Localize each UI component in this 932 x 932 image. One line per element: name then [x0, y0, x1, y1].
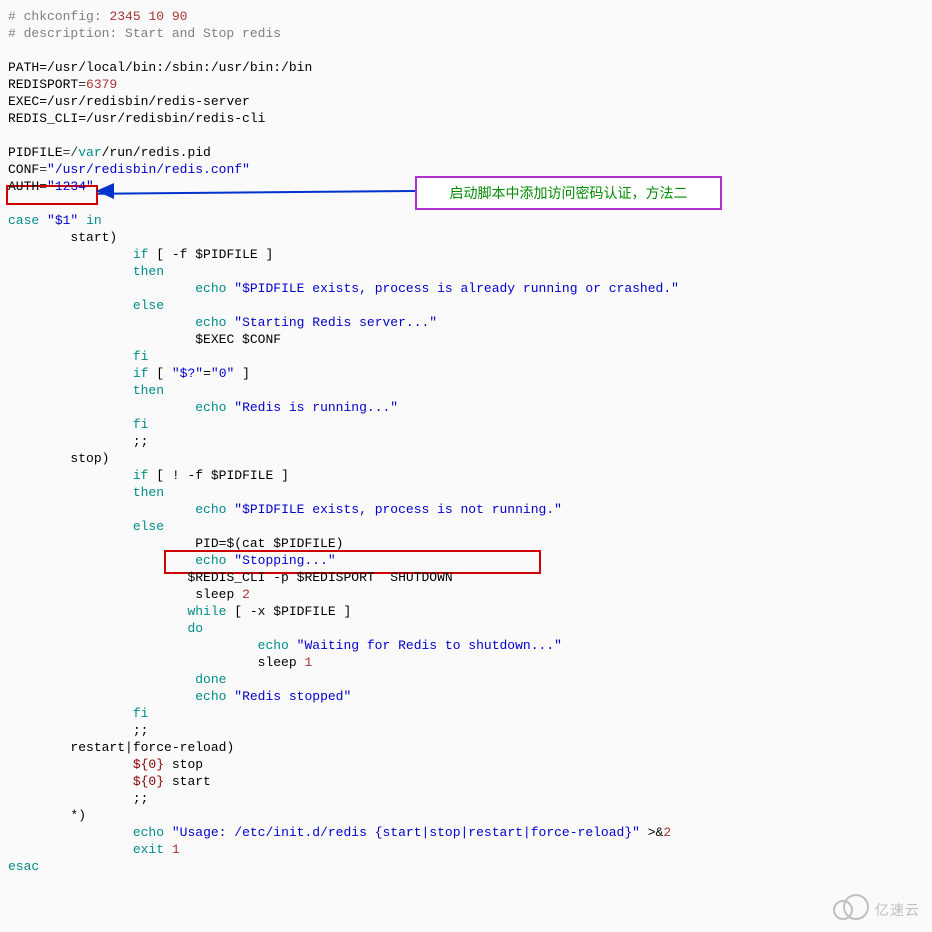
var-auth-val: "1234" — [47, 179, 94, 194]
kw-echo: echo — [195, 281, 226, 296]
var-exec-val: =/usr/redisbin/redis-server — [39, 94, 250, 109]
kw-else: else — [133, 519, 164, 534]
double-semi: ;; — [133, 791, 149, 806]
kw-do: do — [187, 621, 203, 636]
msg-pidfile-exists: "$PIDFILE exists, process is already run… — [234, 281, 679, 296]
kw-if: if — [133, 366, 149, 381]
double-semi: ;; — [133, 434, 149, 449]
line-exec-conf: $EXEC $CONF — [195, 332, 281, 347]
var-cli-val: =/usr/redisbin/redis-cli — [78, 111, 265, 126]
kw-then: then — [133, 264, 164, 279]
kw-fi: fi — [133, 706, 149, 721]
msg-not-running: "$PIDFILE exists, process is not running… — [234, 502, 562, 517]
msg-usage: "Usage: /etc/init.d/redis {start|stop|re… — [172, 825, 640, 840]
stderr-n: 2 — [663, 825, 671, 840]
label-start: start) — [70, 230, 117, 245]
var-pidfile-var: var — [78, 145, 101, 160]
kw-sleep: sleep — [195, 587, 234, 602]
restart-zero: ${0} — [133, 774, 164, 789]
watermark: 亿速云 — [831, 898, 920, 922]
comment-chkconfig-label: # chkconfig: — [8, 9, 102, 24]
kw-fi: fi — [133, 349, 149, 364]
label-stop: stop) — [70, 451, 109, 466]
kw-echo: echo — [133, 825, 164, 840]
kw-esac: esac — [8, 859, 39, 874]
comment-chkconfig-value: 2345 10 90 — [109, 9, 187, 24]
kw-if: if — [133, 247, 149, 262]
start-test: [ -f $PIDFILE ] — [156, 247, 273, 262]
kw-in: in — [86, 213, 102, 228]
msg-stopped: "Redis stopped" — [234, 689, 351, 704]
var-redisport-key: REDISPORT — [8, 77, 78, 92]
kw-echo: echo — [195, 689, 226, 704]
var-auth-key: AUTH — [8, 179, 39, 194]
var-conf-key: CONF — [8, 162, 39, 177]
kw-fi: fi — [133, 417, 149, 432]
msg-starting: "Starting Redis server..." — [234, 315, 437, 330]
kw-done: done — [195, 672, 226, 687]
restart-zero: ${0} — [133, 757, 164, 772]
cloud-icon — [831, 898, 871, 922]
kw-case: case — [8, 213, 39, 228]
line-shutdown: $REDIS_CLI -p $REDISPORT SHUTDOWN — [187, 570, 452, 585]
case-arg: "$1" — [47, 213, 78, 228]
var-pidfile-rest: /run/redis.pid — [102, 145, 211, 160]
line-pid-assign: PID=$(cat $PIDFILE) — [195, 536, 343, 551]
msg-running: "Redis is running..." — [234, 400, 398, 415]
kw-while: while — [187, 604, 226, 619]
kw-echo: echo — [258, 638, 289, 653]
kw-echo: echo — [195, 315, 226, 330]
kw-exit: exit — [133, 842, 164, 857]
var-exec-key: EXEC — [8, 94, 39, 109]
code-block: # chkconfig: 2345 10 90 # description: S… — [0, 0, 932, 883]
kw-echo: echo — [195, 553, 226, 568]
bracket-close: ] — [242, 366, 250, 381]
sleep-2: 2 — [242, 587, 250, 602]
kw-then: then — [133, 485, 164, 500]
var-cli-key: REDIS_CLI — [8, 111, 78, 126]
kw-sleep: sleep — [258, 655, 297, 670]
msg-waiting: "Waiting for Redis to shutdown..." — [297, 638, 562, 653]
var-path-val: =/usr/local/bin:/sbin:/usr/bin:/bin — [39, 60, 312, 75]
stderr-redir: >& — [648, 825, 664, 840]
restart-stop: stop — [164, 757, 203, 772]
label-star: *) — [70, 808, 86, 823]
kw-echo: echo — [195, 502, 226, 517]
kw-if: if — [133, 468, 149, 483]
comment-description: # description: Start and Stop redis — [8, 26, 281, 41]
sleep-1: 1 — [304, 655, 312, 670]
msg-stopping: "Stopping..." — [234, 553, 335, 568]
double-semi: ;; — [133, 723, 149, 738]
var-conf-val: "/usr/redisbin/redis.conf" — [47, 162, 250, 177]
stop-test: [ ! -f $PIDFILE ] — [156, 468, 289, 483]
zero-test-val: "0" — [211, 366, 234, 381]
var-path-key: PATH — [8, 60, 39, 75]
kw-else: else — [133, 298, 164, 313]
kw-then: then — [133, 383, 164, 398]
zero-test-var: "$?" — [172, 366, 203, 381]
watermark-text: 亿速云 — [875, 900, 920, 920]
bracket-open: [ — [156, 366, 164, 381]
var-pidfile-key: PIDFILE — [8, 145, 63, 160]
eq: = — [203, 366, 211, 381]
label-restart: restart|force-reload) — [70, 740, 234, 755]
restart-start: start — [164, 774, 211, 789]
var-redisport-val: 6379 — [86, 77, 117, 92]
kw-echo: echo — [195, 400, 226, 415]
exit-1: 1 — [172, 842, 180, 857]
while-test: [ -x $PIDFILE ] — [234, 604, 351, 619]
